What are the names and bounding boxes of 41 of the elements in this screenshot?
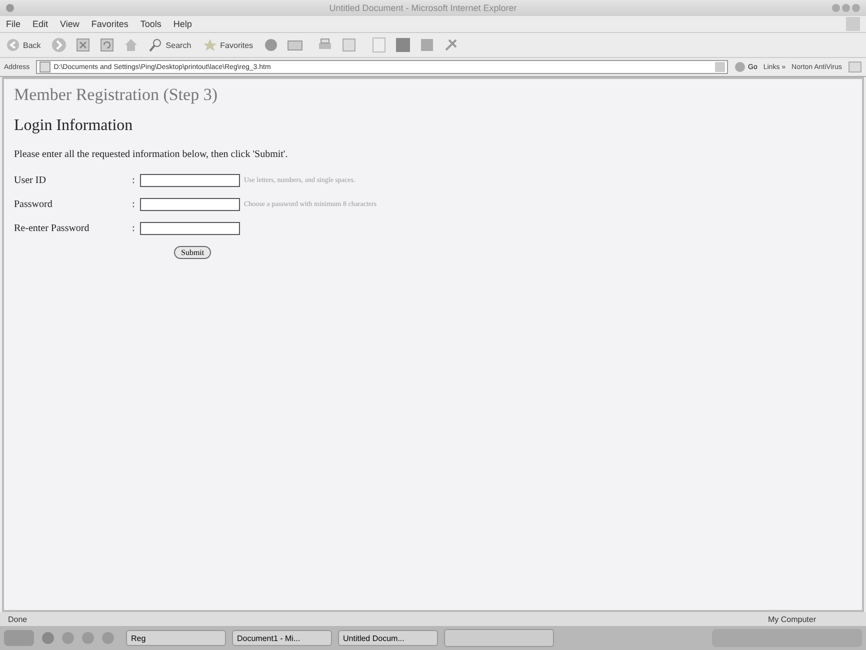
taskbar-button[interactable] [444, 629, 554, 647]
taskbar-button[interactable]: Reg [126, 630, 226, 646]
start-button[interactable] [4, 630, 34, 646]
menu-item[interactable]: Edit [32, 19, 48, 29]
menu-item[interactable]: View [60, 19, 80, 29]
input-field[interactable] [140, 198, 240, 210]
status-text: Done [8, 614, 28, 624]
taskbar-button[interactable]: Document1 - Mi... [232, 630, 332, 646]
instruction-text: Please enter all the requested information below, then click 'Submit'. [14, 149, 289, 160]
menu-item[interactable]: Help [173, 19, 192, 29]
colon-text: : [132, 198, 136, 210]
colon-text: : [132, 222, 136, 234]
page-icon [38, 61, 51, 73]
search-button[interactable]: Search [146, 38, 194, 52]
minimize-button[interactable] [832, 4, 840, 12]
page-title: Member Registration (Step 3) [14, 85, 218, 105]
field-label: Password [14, 198, 54, 210]
window-title: Untitled Document - Microsoft Internet Explorer [328, 3, 518, 13]
app-icon [6, 4, 14, 12]
favorites-button[interactable]: Favorites [201, 38, 256, 52]
stop-icon[interactable] [74, 37, 91, 53]
maximize-button[interactable] [842, 4, 850, 12]
blank-page-icon[interactable] [371, 37, 388, 53]
search-icon [148, 38, 163, 52]
close-button[interactable] [852, 4, 860, 12]
zone-text: My Computer [768, 614, 818, 624]
input-field[interactable] [140, 174, 240, 186]
submit-button[interactable]: Submit [174, 246, 212, 259]
home-icon[interactable] [122, 37, 139, 53]
taskbar-button[interactable]: Untitled Docum... [338, 630, 438, 646]
menu-item[interactable]: File [6, 19, 21, 29]
colon-text: : [132, 174, 136, 186]
refresh-icon[interactable] [98, 37, 115, 53]
field-label: User ID [14, 174, 47, 186]
menu-item[interactable]: Tools [140, 19, 162, 29]
section-heading: Login Information [14, 117, 134, 135]
star-icon [203, 38, 218, 52]
field-label: Re-enter Password [14, 222, 90, 234]
back-button[interactable]: Back [4, 38, 43, 52]
input-field[interactable] [140, 222, 240, 234]
menu-item[interactable]: Favorites [91, 19, 128, 29]
